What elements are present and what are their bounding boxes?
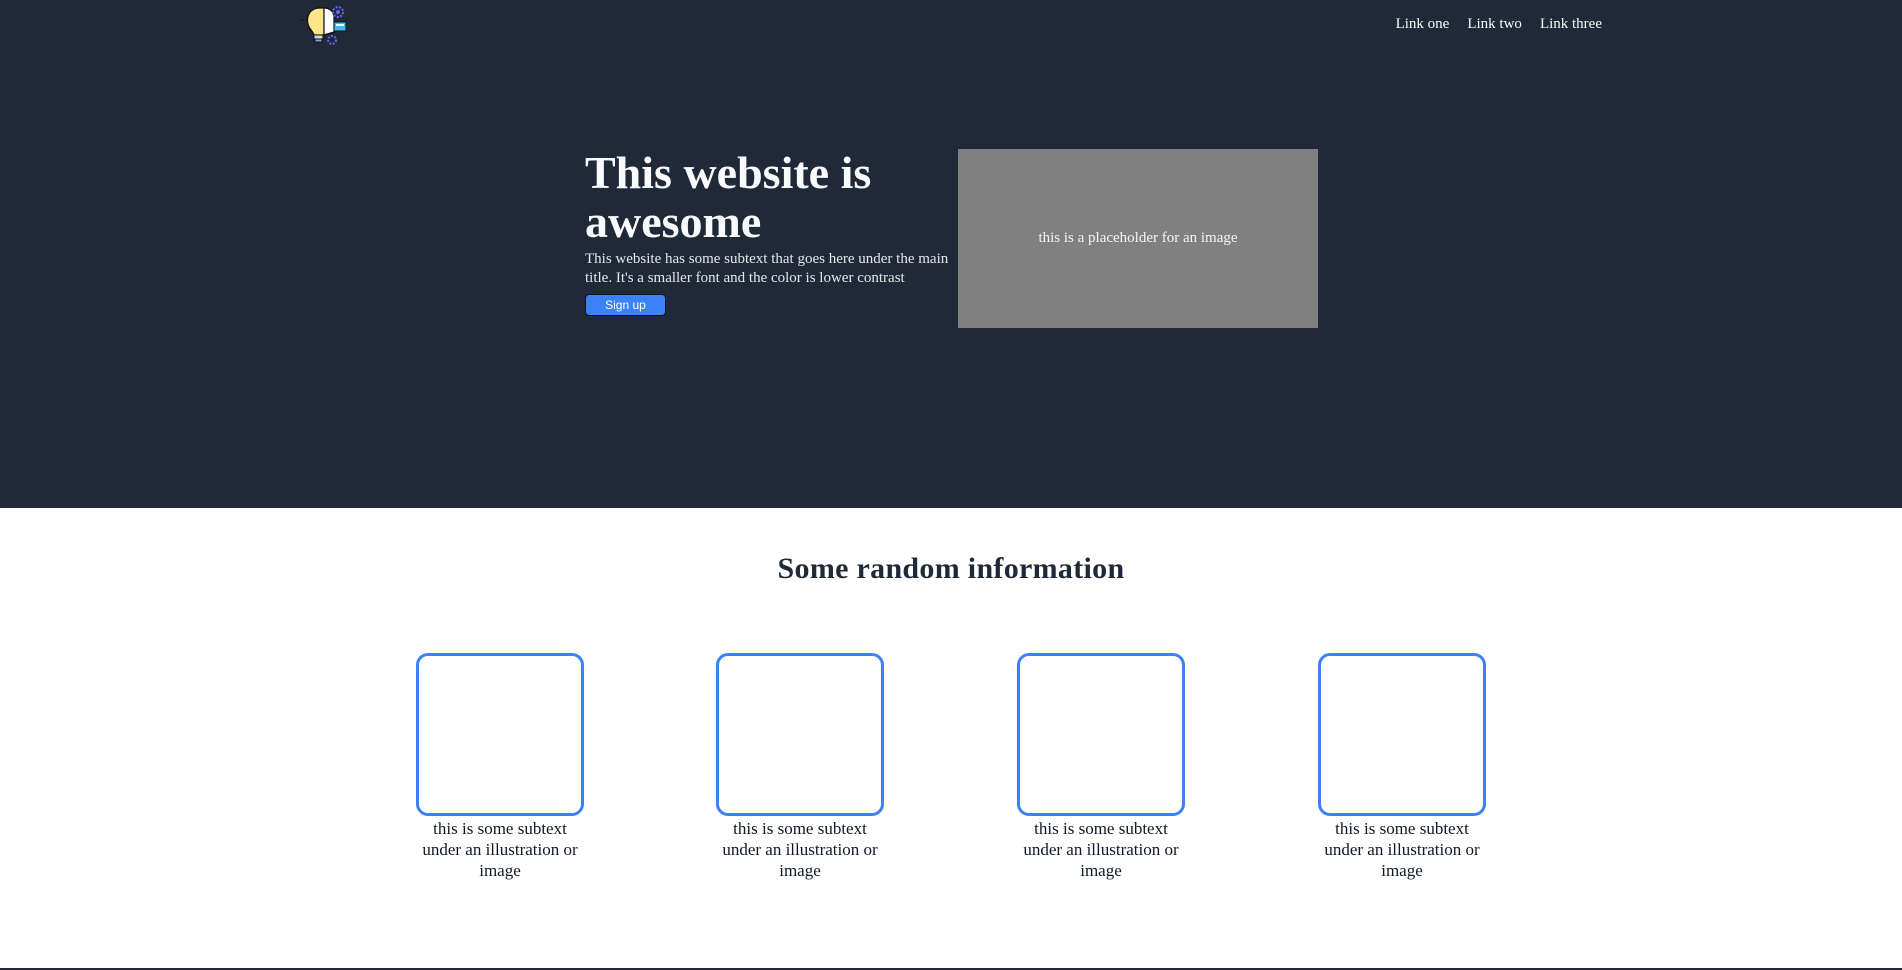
card-caption: this is some subtext under an illustrati… [722, 819, 878, 880]
card-caption: this is some subtext under an illustrati… [1324, 819, 1480, 880]
info-card: this is some subtext under an illustrati… [715, 653, 885, 881]
info-card: this is some subtext under an illustrati… [415, 653, 585, 881]
illustration-frame [716, 653, 884, 816]
nav-link-one[interactable]: Link one [1396, 16, 1450, 33]
illustration-frame [1318, 653, 1486, 816]
hero-image-placeholder: this is a placeholder for an image [958, 149, 1318, 328]
lightbulb-gear-logo-icon[interactable] [300, 2, 352, 48]
hero-section: Link one Link two Link three This websit… [0, 0, 1902, 508]
card-caption: this is some subtext under an illustrati… [1023, 819, 1179, 880]
info-card: this is some subtext under an illustrati… [1016, 653, 1186, 881]
card-caption: this is some subtext under an illustrati… [422, 819, 578, 880]
image-placeholder-text: this is a placeholder for an image [1038, 230, 1238, 246]
signup-button[interactable]: Sign up [585, 294, 666, 316]
illustration-frame [416, 653, 584, 816]
info-section-title: Some random information [777, 552, 1125, 585]
hero-title: This website is awesome [585, 147, 872, 247]
top-nav: Link one Link two Link three [1396, 16, 1602, 33]
info-card: this is some subtext under an illustrati… [1317, 653, 1487, 881]
nav-link-three[interactable]: Link three [1540, 16, 1602, 33]
nav-link-two[interactable]: Link two [1467, 16, 1522, 33]
hero-subtext: This website has some subtext that goes … [585, 251, 949, 286]
hero-text-block: This website is awesome This website has… [585, 148, 955, 316]
illustration-frame [1017, 653, 1185, 816]
